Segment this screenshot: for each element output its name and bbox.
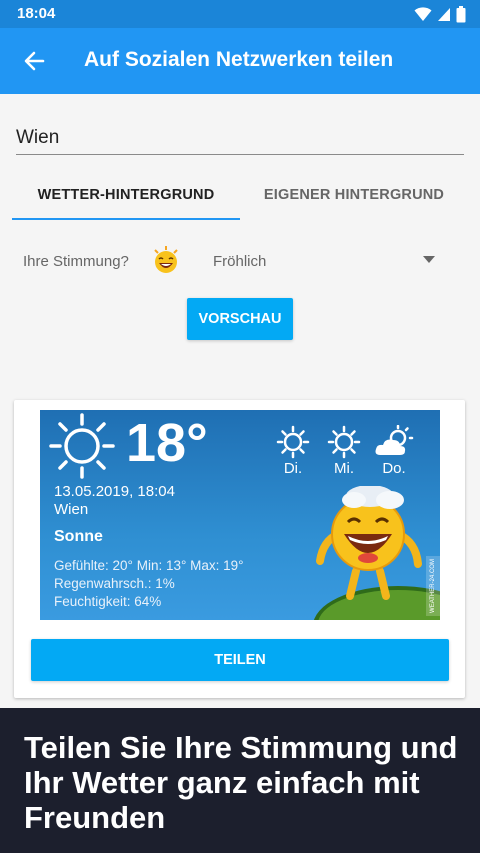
current-temperature: 18°: [126, 413, 208, 473]
sun-icon: [49, 413, 115, 479]
status-bar: 18:04: [0, 0, 480, 28]
share-preview-card: 18° Di. Mi. Do. 13.05.2019, 18:04 Wien S…: [14, 400, 465, 698]
city-input[interactable]: [16, 123, 464, 153]
tab-own-background[interactable]: EIGENER HINTERGRUND: [240, 170, 468, 220]
arrow-back-icon: [24, 51, 45, 71]
mood-dropdown[interactable]: Fröhlich: [205, 244, 445, 280]
humidity-text: Feuchtigkeit: 64%: [54, 594, 162, 609]
feels-like-text: Gefühlte: 20° Min: 13° Max: 19°: [54, 558, 244, 573]
forecast-sun-icon: [327, 425, 361, 459]
forecast-day-label: Do.: [382, 460, 406, 477]
widget-watermark: WEATHER-24.COM: [426, 556, 440, 616]
page-title: Auf Sozialen Netzwerken teilen: [84, 48, 394, 71]
status-icons: [414, 5, 466, 23]
laughing-sun-mascot-icon: [313, 486, 440, 620]
forecast-day-label: Di.: [283, 460, 303, 477]
battery-icon: [456, 5, 466, 22]
background-tabs: WETTER-HINTERGRUND EIGENER HINTERGRUND: [12, 170, 468, 220]
promo-banner: Teilen Sie Ihre Stimmung und Ihr Wetter …: [0, 708, 480, 853]
tab-weather-background[interactable]: WETTER-HINTERGRUND: [12, 170, 240, 220]
widget-city: Wien: [54, 501, 89, 518]
partly-cloudy-icon: [375, 425, 414, 455]
widget-datetime: 13.05.2019, 18:04: [54, 483, 175, 500]
happy-face-icon: [154, 246, 178, 273]
tab-indicator: [12, 218, 240, 220]
precipitation-text: Regenwahrsch.: 1%: [54, 576, 175, 591]
mood-selected-value: Fröhlich: [213, 253, 267, 270]
watermark-text: WEATHER-24.COM: [430, 559, 436, 613]
promo-banner-text: Teilen Sie Ihre Stimmung und Ihr Wetter …: [24, 730, 458, 835]
back-button[interactable]: [12, 39, 56, 83]
weather-widget: 18° Di. Mi. Do. 13.05.2019, 18:04 Wien S…: [40, 410, 440, 620]
status-time: 18:04: [17, 5, 56, 22]
forecast-sun-icon: [276, 425, 310, 459]
city-field: [16, 123, 464, 155]
share-button[interactable]: TEILEN: [31, 639, 449, 681]
preview-button[interactable]: VORSCHAU: [187, 298, 293, 340]
app-bar: Auf Sozialen Netzwerken teilen: [0, 28, 480, 94]
wifi-icon: [414, 7, 432, 21]
weather-condition: Sonne: [54, 528, 103, 545]
mood-label: Ihre Stimmung?: [23, 253, 129, 270]
forecast-day-label: Mi.: [334, 460, 354, 477]
dropdown-arrow-icon: [423, 256, 435, 263]
signal-icon: [438, 8, 450, 21]
